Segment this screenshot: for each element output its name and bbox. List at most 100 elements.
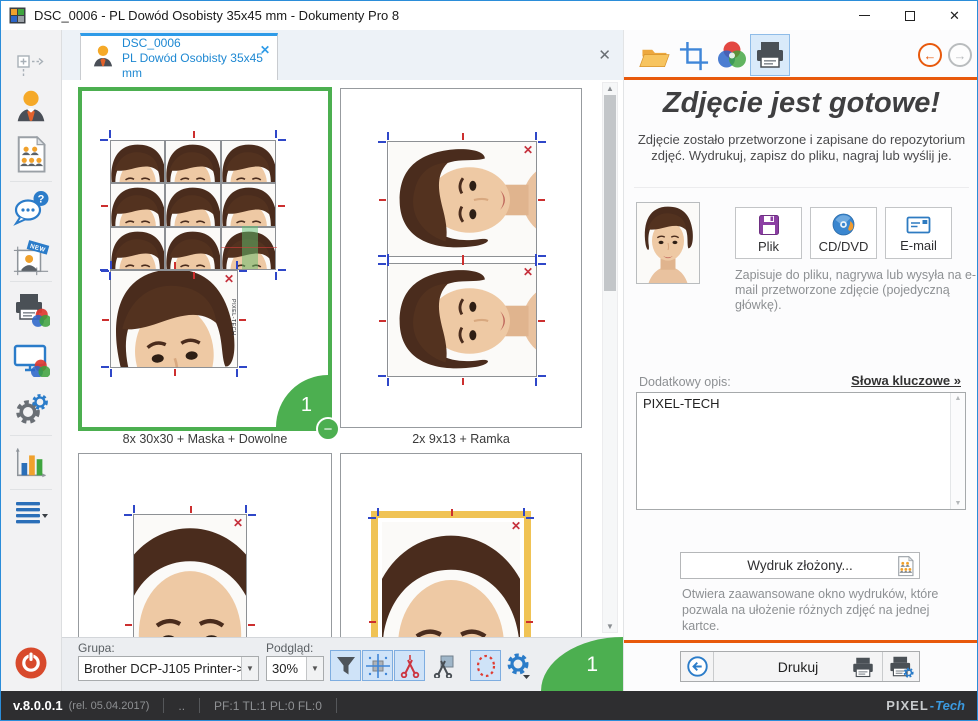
print-settings-button[interactable] — [882, 652, 919, 681]
preview-zoom-label: Podgląd: — [266, 641, 313, 655]
crop-mark — [110, 369, 112, 377]
burn-cd-button[interactable]: CD/DVD — [810, 207, 877, 259]
preview-card-4[interactable]: ✕ — [340, 453, 582, 637]
print-step-button[interactable] — [750, 34, 790, 76]
add-tab-ghost-icon — [11, 44, 51, 84]
preview-card-2[interactable]: ✕ ✕ — [340, 88, 582, 428]
crop-mark — [248, 624, 255, 626]
crop-mark — [125, 624, 132, 626]
preview-scrollbar[interactable]: ▲ ▼ — [602, 82, 618, 633]
scrollbar-thumb[interactable] — [604, 95, 616, 291]
large-photo: ✕ PIXEL-TECH — [110, 270, 238, 368]
sidebar-item-statistics[interactable] — [11, 443, 51, 483]
forward-step-button[interactable]: → — [948, 43, 972, 67]
decrease-copies-button[interactable]: − — [316, 417, 340, 441]
open-file-button[interactable] — [636, 38, 672, 74]
crop-mark — [193, 131, 195, 138]
send-email-button[interactable]: E-mail — [885, 207, 952, 259]
description-textarea[interactable]: PIXEL-TECH — [637, 393, 965, 509]
scroll-down-icon[interactable]: ▼ — [603, 622, 617, 631]
tab-title: DSC_0006 — [122, 36, 277, 51]
back-step-button[interactable]: ← — [918, 43, 942, 67]
photo-frame-framed: ✕ — [371, 511, 531, 637]
crop-mark — [526, 621, 533, 623]
crop-mark — [239, 319, 246, 321]
keywords-link[interactable]: Słowa kluczowe » — [851, 373, 961, 388]
crop-mark — [275, 272, 277, 280]
photo-frame: ✕ — [387, 263, 537, 377]
app-window: DSC_0006 - PL Dowód Osobisty 35x45 mm - … — [0, 0, 978, 721]
folder-icon — [638, 41, 670, 71]
sidebar-item-help[interactable]: ? — [11, 188, 51, 228]
window-controls: ✕ — [842, 1, 977, 30]
tab-close-icon[interactable]: ✕ — [260, 43, 270, 57]
print-back-button[interactable] — [681, 652, 714, 681]
selection-ellipse-tool-button[interactable] — [470, 650, 501, 681]
crop-mark — [174, 369, 176, 376]
group-combobox[interactable]: Brother DCP-J105 Printer->A... ▼ — [78, 656, 259, 681]
print-button[interactable]: Drukuj — [714, 652, 882, 681]
cd-button-label: CD/DVD — [819, 239, 869, 254]
crop-mark — [101, 366, 109, 368]
scroll-up-icon[interactable]: ▲ — [603, 84, 617, 93]
crop-mark — [379, 199, 386, 201]
crop-mark — [245, 505, 247, 513]
sidebar-item-print-sheet[interactable] — [11, 135, 51, 175]
sidebar-item-exit[interactable] — [11, 643, 51, 683]
preview-card-3[interactable]: ✕ — [78, 453, 332, 637]
close-button[interactable]: ✕ — [932, 1, 977, 30]
version-text: v.8.0.0.1 — [13, 698, 63, 713]
minimize-button[interactable] — [842, 1, 887, 30]
zoom-combobox[interactable]: 30% ▼ — [266, 656, 324, 681]
crop-mark — [535, 254, 537, 262]
preview-controls-bar: Grupa: Brother DCP-J105 Printer->A... ▼ … — [62, 637, 623, 691]
crosshair-icon — [366, 654, 390, 678]
crop-mark — [101, 205, 108, 207]
back-arrow-icon: ← — [924, 48, 937, 63]
scroll-up-icon[interactable]: ▲ — [951, 395, 965, 402]
maximize-icon — [905, 11, 915, 21]
textarea-scrollbar[interactable]: ▲ ▼ — [950, 393, 965, 509]
sidebar-item-settings[interactable] — [11, 389, 51, 429]
crop-mark — [538, 375, 546, 377]
crop-mark — [100, 139, 108, 141]
status-separator — [163, 698, 164, 713]
cut-photo-tool-button[interactable] — [427, 650, 458, 681]
cut-marks-tool-button[interactable] — [394, 650, 425, 681]
dropdown-arrow-icon[interactable]: ▼ — [241, 657, 258, 680]
photo-frame: ✕ — [133, 514, 247, 637]
close-all-tabs-icon[interactable]: ✕ — [598, 46, 611, 64]
preview-card-1[interactable]: ✕ PIXEL-TECH 1 − — [78, 87, 332, 431]
monitor-colors-icon — [12, 341, 50, 377]
sidebar-item-print-colors[interactable] — [11, 289, 51, 329]
email-button-label: E-mail — [900, 238, 937, 253]
dropdown-arrow-icon[interactable]: ▼ — [306, 657, 323, 680]
svg-text:?: ? — [38, 193, 45, 205]
bar-chart-icon — [13, 445, 49, 481]
preview-settings-button[interactable] — [503, 650, 534, 681]
color-correction-button[interactable] — [714, 38, 750, 74]
tab-document[interactable]: DSC_0006 PL Dowód Osobisty 35x45 mm ✕ — [80, 33, 278, 80]
crop-mark — [248, 514, 256, 516]
crop-step-button[interactable] — [676, 38, 712, 74]
filter-tool-button[interactable] — [330, 650, 361, 681]
crop-mark — [538, 263, 546, 265]
scroll-down-icon[interactable]: ▼ — [951, 500, 965, 507]
sidebar-item-person[interactable] — [11, 86, 51, 126]
crop-mark — [369, 621, 376, 623]
crop-mark — [236, 261, 238, 269]
sidebar-item-menu[interactable] — [11, 493, 51, 533]
sidebar-item-screen-colors[interactable] — [11, 339, 51, 379]
result-panel: ← → Zdjęcie jest gotowe! Zdjęcie zostało… — [623, 30, 978, 691]
cd-dvd-icon — [832, 213, 856, 237]
status-counters: PF:1 TL:1 PL:0 FL:0 — [214, 699, 322, 713]
save-to-file-button[interactable]: Plik — [735, 207, 802, 259]
crop-mark — [278, 139, 286, 141]
crop-mark — [378, 255, 386, 257]
maximize-button[interactable] — [887, 1, 932, 30]
center-crop-tool-button[interactable] — [362, 650, 393, 681]
composite-print-button[interactable]: Wydruk złożony... — [680, 552, 920, 579]
tab-subtitle: PL Dowód Osobisty 35x45 mm — [122, 51, 277, 81]
crop-mark — [109, 130, 111, 138]
sidebar-item-new-crop[interactable]: NEW — [11, 238, 51, 278]
